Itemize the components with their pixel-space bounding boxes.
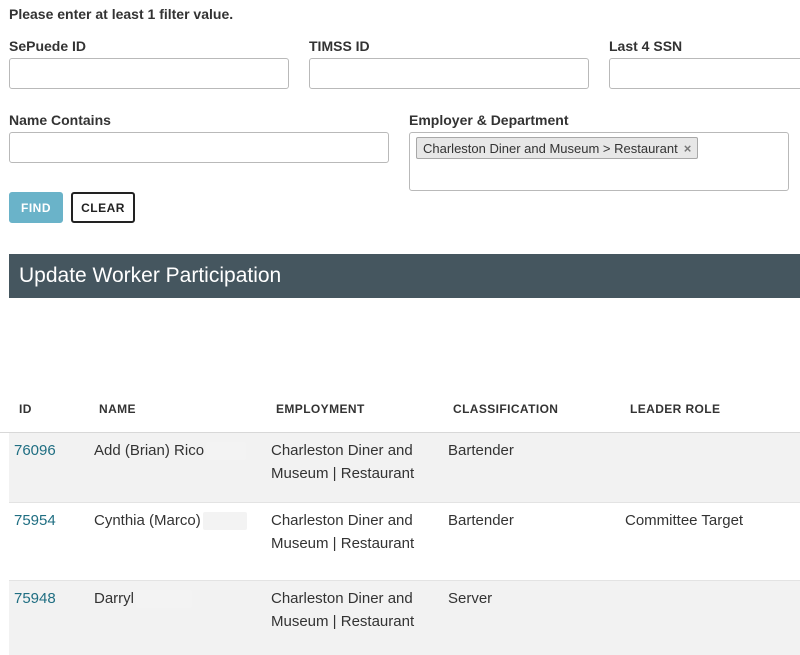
last4-ssn-label: Last 4 SSN: [609, 38, 683, 54]
table-header: ID NAME EMPLOYMENT CLASSIFICATION LEADER…: [0, 400, 800, 433]
filter-notice: Please enter at least 1 filter value.: [9, 6, 234, 22]
redacted-block: [206, 442, 247, 461]
worker-classification: Bartender: [448, 442, 514, 459]
employer-chip-label: Charleston Diner and Museum > Restaurant: [423, 140, 678, 156]
employer-chip: Charleston Diner and Museum > Restaurant…: [416, 137, 699, 159]
find-button[interactable]: FIND: [9, 192, 63, 223]
worker-employment: Charleston Diner and Museum | Restaurant: [271, 509, 414, 555]
table-row[interactable]: 76096 Add (Brian) Rico Charleston Diner …: [9, 433, 800, 503]
redacted-block: [202, 512, 247, 531]
section-header: Update Worker Participation: [9, 254, 800, 298]
table-row[interactable]: 75954 Cynthia (Marco) Charleston Diner a…: [9, 503, 800, 581]
employment-line: Charleston Diner and: [271, 512, 413, 529]
chip-remove-icon[interactable]: ×: [684, 141, 692, 156]
worker-name: Darryl: [94, 587, 192, 610]
last4-ssn-input[interactable]: [609, 58, 800, 89]
redacted-block: [136, 590, 192, 609]
worker-employment: Charleston Diner and Museum | Restaurant: [271, 587, 414, 633]
employment-line: Charleston Diner and: [271, 590, 413, 607]
worker-name: Add (Brian) Rico: [94, 439, 247, 462]
worker-name-text: Add (Brian) Rico: [94, 442, 205, 459]
worker-name-text: Darryl: [94, 590, 134, 607]
sepuede-id-input[interactable]: [9, 58, 289, 89]
sepuede-id-label: SePuede ID: [9, 38, 87, 54]
worker-name-text: Cynthia (Marco): [94, 512, 201, 529]
section-title: Update Worker Participation: [19, 264, 282, 287]
employer-department-select[interactable]: Charleston Diner and Museum > Restaurant…: [409, 132, 789, 191]
worker-id-link[interactable]: 75948: [14, 587, 56, 610]
worker-name: Cynthia (Marco): [94, 509, 247, 532]
worker-id-link[interactable]: 75954: [14, 509, 56, 532]
worker-classification: Server: [448, 590, 493, 607]
employment-line: Charleston Diner and: [271, 442, 413, 459]
column-header-id[interactable]: ID: [19, 402, 32, 416]
employer-department-label: Employer & Department: [409, 112, 569, 128]
employment-line: Museum | Restaurant: [271, 465, 415, 482]
worker-classification: Bartender: [448, 512, 514, 529]
column-header-leader-role[interactable]: LEADER ROLE: [630, 402, 720, 416]
timss-id-label: TIMSS ID: [309, 38, 370, 54]
clear-button[interactable]: CLEAR: [71, 192, 135, 223]
worker-employment: Charleston Diner and Museum | Restaurant: [271, 439, 414, 485]
table-row[interactable]: 75948 Darryl Charleston Diner and Museum …: [9, 581, 800, 655]
column-header-employment[interactable]: EMPLOYMENT: [276, 402, 365, 416]
timss-id-input[interactable]: [309, 58, 589, 89]
column-header-name[interactable]: NAME: [99, 402, 136, 416]
worker-leader-role: Committee Target: [625, 512, 744, 529]
employment-line: Museum | Restaurant: [271, 613, 415, 630]
name-contains-input[interactable]: [9, 132, 389, 163]
column-header-classification[interactable]: CLASSIFICATION: [453, 402, 558, 416]
employment-line: Museum | Restaurant: [271, 535, 415, 552]
worker-id-link[interactable]: 76096: [14, 439, 56, 462]
name-contains-label: Name Contains: [9, 112, 111, 128]
